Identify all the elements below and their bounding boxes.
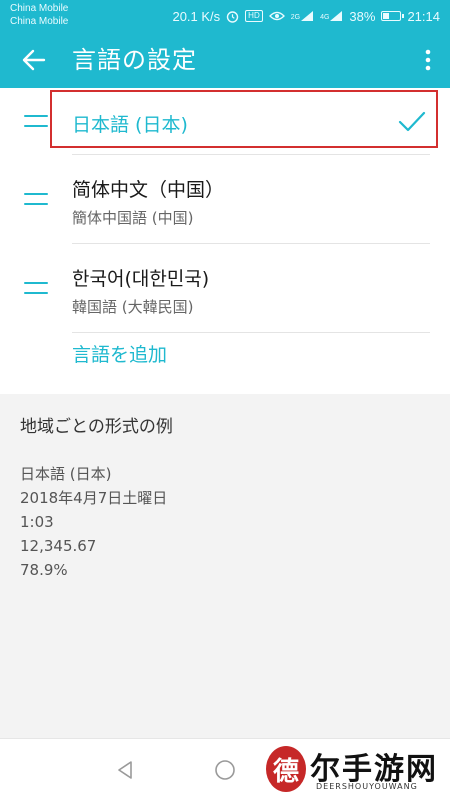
language-item-ko[interactable]: 한국어(대한민국) 韓国語 (大韓民国) xyxy=(0,244,450,332)
language-sublabel: 韓国語 (大韓民国) xyxy=(72,298,194,316)
section-header: 地域ごとの形式の例 xyxy=(0,400,450,446)
drag-handle-icon[interactable] xyxy=(24,115,48,127)
status-icons: 20.1 K/s HD 2G 4G 38% 21:14 xyxy=(172,0,440,32)
carrier-2: China Mobile xyxy=(10,16,69,27)
back-button[interactable] xyxy=(14,42,54,78)
network-type-2: 4G xyxy=(320,14,330,21)
language-item-zh[interactable]: 简体中文（中国） 簡体中国語 (中国) xyxy=(0,155,450,243)
example-time: 1:03 xyxy=(20,513,54,531)
network-type: 2G xyxy=(290,14,301,21)
status-bar: China Mobile China Mobile 20.1 K/s HD 2G… xyxy=(0,0,450,32)
carrier-info: China Mobile China Mobile xyxy=(10,2,68,28)
nav-home-icon xyxy=(215,760,235,780)
battery-icon xyxy=(381,11,405,21)
signal-icon: 2G xyxy=(291,10,314,22)
carrier-1: China Mobile xyxy=(10,3,69,14)
language-label: 한국어(대한민국) xyxy=(72,268,210,290)
alarm-icon xyxy=(226,10,239,23)
drag-handle-icon[interactable] xyxy=(24,193,48,205)
clock: 21:14 xyxy=(407,8,440,24)
language-sublabel: 簡体中国語 (中国) xyxy=(72,209,194,227)
language-label: 简体中文（中国） xyxy=(72,179,225,201)
network-speed: 20.1 K/s xyxy=(172,8,221,24)
hd-badge: HD xyxy=(245,10,263,22)
section-title: 地域ごとの形式の例 xyxy=(20,417,173,437)
watermark: 德 尔手游网 DEERSHOUYOUWANG xyxy=(266,744,446,798)
watermark-url: DEERSHOUYOUWANG xyxy=(316,782,418,791)
language-item-ja[interactable]: 日本語 (日本) xyxy=(0,88,450,154)
page-title: 言語の設定 xyxy=(72,46,197,74)
drag-handle-icon[interactable] xyxy=(24,282,48,294)
signal-icon-2: 4G xyxy=(320,10,343,22)
example-percent: 78.9% xyxy=(20,561,68,579)
nav-back-icon xyxy=(118,761,132,779)
example-number: 12,345.67 xyxy=(20,537,97,555)
language-list: 日本語 (日本) 简体中文（中国） 簡体中国語 (中国) 한국어(대한민국) 韓… xyxy=(0,88,450,394)
example-language: 日本語 (日本) xyxy=(20,465,112,483)
battery-percent: 38% xyxy=(349,8,376,24)
language-label: 日本語 (日本) xyxy=(72,114,188,136)
app-bar: 言語の設定 xyxy=(0,32,450,88)
divider xyxy=(72,332,430,333)
check-icon xyxy=(398,111,426,132)
watermark-seal: 德 xyxy=(266,746,306,792)
back-arrow-icon xyxy=(22,49,46,71)
more-options-button[interactable] xyxy=(416,44,440,76)
example-date: 2018年4月7日土曜日 xyxy=(20,489,168,507)
nav-home-button[interactable] xyxy=(210,755,240,785)
more-vert-icon xyxy=(425,49,431,71)
format-examples: 日本語 (日本) 2018年4月7日土曜日 1:03 12,345.67 78.… xyxy=(20,462,167,582)
add-language-button[interactable]: 言語を追加 xyxy=(72,340,167,367)
nav-back-button[interactable] xyxy=(110,755,140,785)
eye-icon xyxy=(268,10,285,22)
